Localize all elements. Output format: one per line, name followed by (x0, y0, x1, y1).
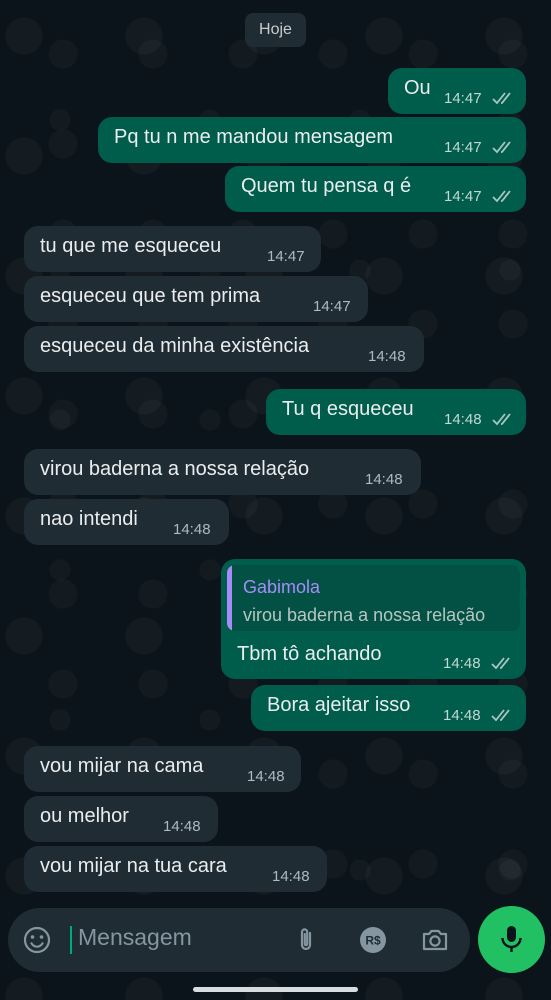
message-time: 14:47 (444, 90, 482, 107)
message-incoming[interactable]: vou mijar na cama 14:48 (24, 746, 301, 792)
message-time: 14:48 (247, 768, 285, 785)
read-receipt-icon (492, 140, 516, 154)
message-incoming[interactable]: vou mijar na tua cara 14:48 (24, 846, 327, 892)
message-text: ou melhor (40, 805, 129, 827)
message-time: 14:47 (444, 188, 482, 205)
message-text: vou mijar na tua cara (40, 855, 227, 877)
message-input[interactable]: Mensagem (78, 924, 192, 951)
text-caret (70, 926, 72, 954)
attach-icon[interactable] (291, 925, 321, 955)
message-time: 14:47 (444, 139, 482, 156)
message-outgoing-reply[interactable]: Gabimola virou baderna a nossa relação T… (221, 559, 526, 679)
message-incoming[interactable]: esqueceu que tem prima 14:47 (24, 276, 368, 322)
quote-accent-bar (227, 565, 232, 631)
message-incoming[interactable]: virou baderna a nossa relação 14:48 (24, 449, 421, 495)
message-incoming[interactable]: esqueceu da minha existência 14:48 (24, 326, 424, 372)
message-text: nao intendi (40, 508, 138, 530)
quote-author: Gabimola (243, 577, 321, 597)
read-receipt-icon (492, 412, 516, 426)
message-time: 14:48 (163, 818, 201, 835)
microphone-icon (501, 926, 522, 952)
message-time: 14:48 (272, 868, 310, 885)
read-receipt-icon (491, 708, 515, 722)
date-chip: Hoje (245, 13, 306, 47)
voice-record-button[interactable] (478, 906, 545, 973)
message-time: 14:48 (443, 655, 481, 672)
quote-text: virou baderna a nossa relação (243, 605, 486, 625)
message-text: virou baderna a nossa relação (40, 458, 310, 480)
message-text: Ou (404, 77, 431, 99)
message-text: Pq tu n me mandou mensagem (114, 126, 394, 148)
message-text: esqueceu que tem prima (40, 285, 261, 307)
conversation[interactable]: Hoje Ou 14:47 Pq tu n me mandou mensagem… (0, 0, 551, 900)
home-indicator[interactable] (193, 987, 358, 992)
emoji-icon[interactable] (22, 925, 52, 955)
payment-icon[interactable]: R$ (358, 925, 388, 955)
message-time: 14:47 (267, 248, 305, 265)
quoted-message[interactable]: Gabimola virou baderna a nossa relação (227, 565, 520, 631)
message-text: Quem tu pensa q é (241, 175, 412, 197)
message-text: tu que me esqueceu (40, 235, 222, 257)
message-time: 14:48 (365, 471, 403, 488)
message-time: 14:48 (173, 521, 211, 538)
message-time: 14:48 (444, 411, 482, 428)
payment-glyph: R$ (365, 934, 381, 948)
message-outgoing[interactable]: Ou 14:47 (388, 68, 526, 114)
message-text: Bora ajeitar isso (267, 694, 411, 716)
message-text: esqueceu da minha existência (40, 335, 310, 357)
camera-icon[interactable] (420, 925, 450, 955)
message-incoming[interactable]: tu que me esqueceu 14:47 (24, 226, 321, 272)
message-composer[interactable]: Mensagem R$ (8, 908, 470, 972)
read-receipt-icon (492, 189, 516, 203)
read-receipt-icon (492, 91, 516, 105)
message-incoming[interactable]: ou melhor 14:48 (24, 796, 218, 842)
message-outgoing[interactable]: Tu q esqueceu 14:48 (266, 389, 526, 435)
message-outgoing[interactable]: Pq tu n me mandou mensagem 14:47 (98, 117, 526, 163)
message-outgoing[interactable]: Bora ajeitar isso 14:48 (251, 685, 526, 731)
message-text: vou mijar na cama (40, 755, 204, 777)
message-incoming[interactable]: nao intendi 14:48 (24, 499, 229, 545)
message-time: 14:47 (313, 298, 351, 315)
message-text: Tbm tô achando (237, 643, 382, 665)
read-receipt-icon (491, 656, 515, 670)
message-text: Tu q esqueceu (282, 398, 414, 420)
message-time: 14:48 (443, 707, 481, 724)
message-outgoing[interactable]: Quem tu pensa q é 14:47 (225, 166, 526, 212)
message-time: 14:48 (368, 348, 406, 365)
